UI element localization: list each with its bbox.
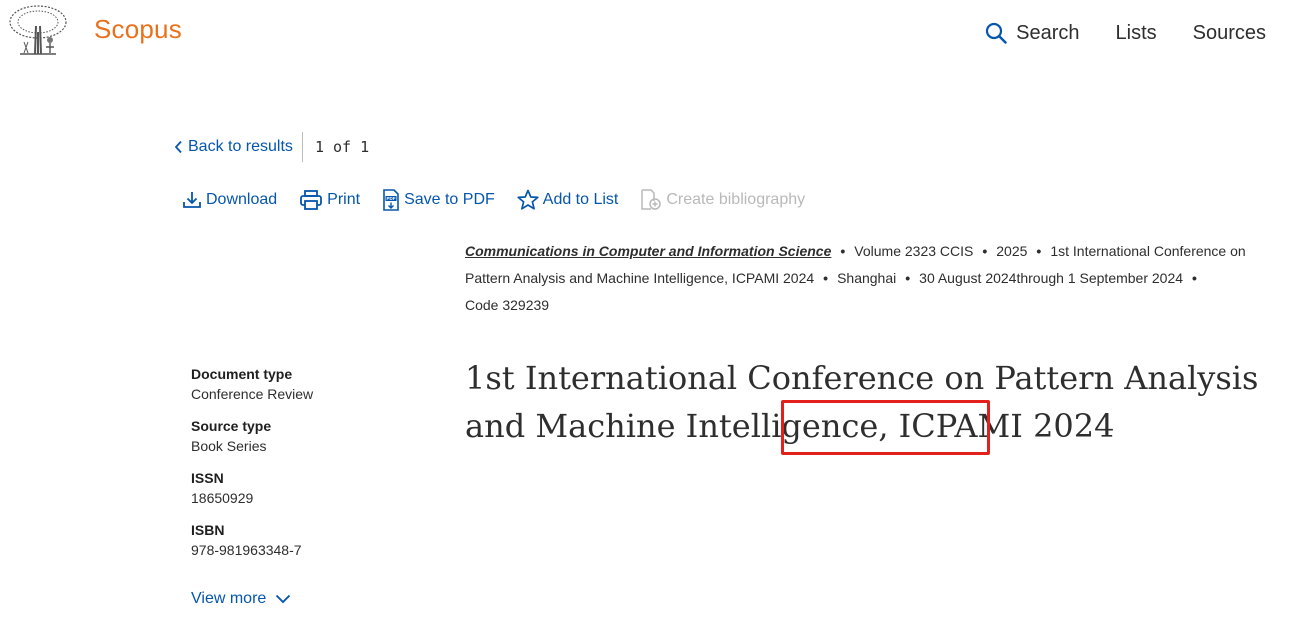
download-button[interactable]: Download xyxy=(182,190,277,210)
volume: Volume 2323 CCIS xyxy=(854,243,974,259)
isbn-value: 978-981963348-7 xyxy=(191,542,302,558)
location: Shanghai xyxy=(837,270,897,286)
conference-code: Code 329239 xyxy=(465,297,550,313)
pdf-icon: PDF xyxy=(383,189,399,211)
document-type-label: Document type xyxy=(191,366,293,382)
document-toolbar: Download Print PDF Save to PDF Add to Li… xyxy=(182,186,827,214)
printer-icon xyxy=(300,190,323,210)
separator-dot: • xyxy=(982,243,988,259)
nav-search-label: Search xyxy=(1016,21,1080,44)
conference-dates: 30 August 2024through 1 September 2024 xyxy=(919,270,1184,286)
create-bibliography-label: Create bibliography xyxy=(666,191,806,208)
view-more-button[interactable]: View more xyxy=(191,590,291,608)
add-to-list-label: Add to List xyxy=(542,191,619,208)
download-icon xyxy=(183,192,201,208)
document-title-text: 1st International Conference on Pattern … xyxy=(465,359,1259,445)
document-title: 1st International Conference on Pattern … xyxy=(465,354,1265,450)
chevron-down-icon xyxy=(276,594,291,604)
document-metadata: Document type Conference Review Source t… xyxy=(191,364,441,572)
issn-value: 18650929 xyxy=(191,490,254,506)
create-bibliography-button[interactable]: Create bibliography xyxy=(640,189,805,211)
search-icon xyxy=(986,22,1007,44)
source-details: Communications in Computer and Informati… xyxy=(465,238,1285,319)
top-navigation: Search Lists Sources xyxy=(985,18,1266,48)
print-label: Print xyxy=(327,191,361,208)
results-navigation: Back to results 1 of 1 xyxy=(174,132,369,162)
chevron-left-icon xyxy=(174,140,182,154)
separator-dot: • xyxy=(840,243,846,259)
document-title-acronym: ICPAMI 2024 xyxy=(898,407,1115,445)
scopus-brand[interactable]: Scopus xyxy=(94,14,182,45)
save-to-pdf-label: Save to PDF xyxy=(404,191,495,208)
separator-dot: • xyxy=(1036,243,1042,259)
year: 2025 xyxy=(996,243,1028,259)
print-button[interactable]: Print xyxy=(299,189,360,211)
elsevier-logo[interactable] xyxy=(6,4,70,60)
divider xyxy=(301,132,303,162)
back-to-results-link[interactable]: Back to results xyxy=(174,138,293,156)
result-pager: 1 of 1 xyxy=(314,138,370,156)
nav-search[interactable]: Search xyxy=(985,21,1080,45)
isbn-label: ISBN xyxy=(191,522,225,538)
separator-dot: • xyxy=(905,270,911,286)
nav-sources[interactable]: Sources xyxy=(1193,22,1266,45)
source-type-label: Source type xyxy=(191,418,272,434)
document-type-value: Conference Review xyxy=(191,386,314,402)
separator-dot: • xyxy=(823,270,829,286)
star-icon xyxy=(517,189,539,210)
view-more-label: View more xyxy=(191,590,267,607)
add-to-list-button[interactable]: Add to List xyxy=(517,189,619,211)
source-type-value: Book Series xyxy=(191,438,267,454)
issn-label: ISSN xyxy=(191,470,224,486)
download-label: Download xyxy=(206,191,278,208)
svg-text:PDF: PDF xyxy=(387,196,396,201)
separator-dot: • xyxy=(1192,270,1197,286)
bibliography-icon xyxy=(641,189,662,210)
journal-link[interactable]: Communications in Computer and Informati… xyxy=(465,243,831,259)
nav-lists[interactable]: Lists xyxy=(1116,22,1157,45)
save-to-pdf-button[interactable]: PDF Save to PDF xyxy=(382,189,495,211)
back-to-results-label: Back to results xyxy=(188,138,293,155)
